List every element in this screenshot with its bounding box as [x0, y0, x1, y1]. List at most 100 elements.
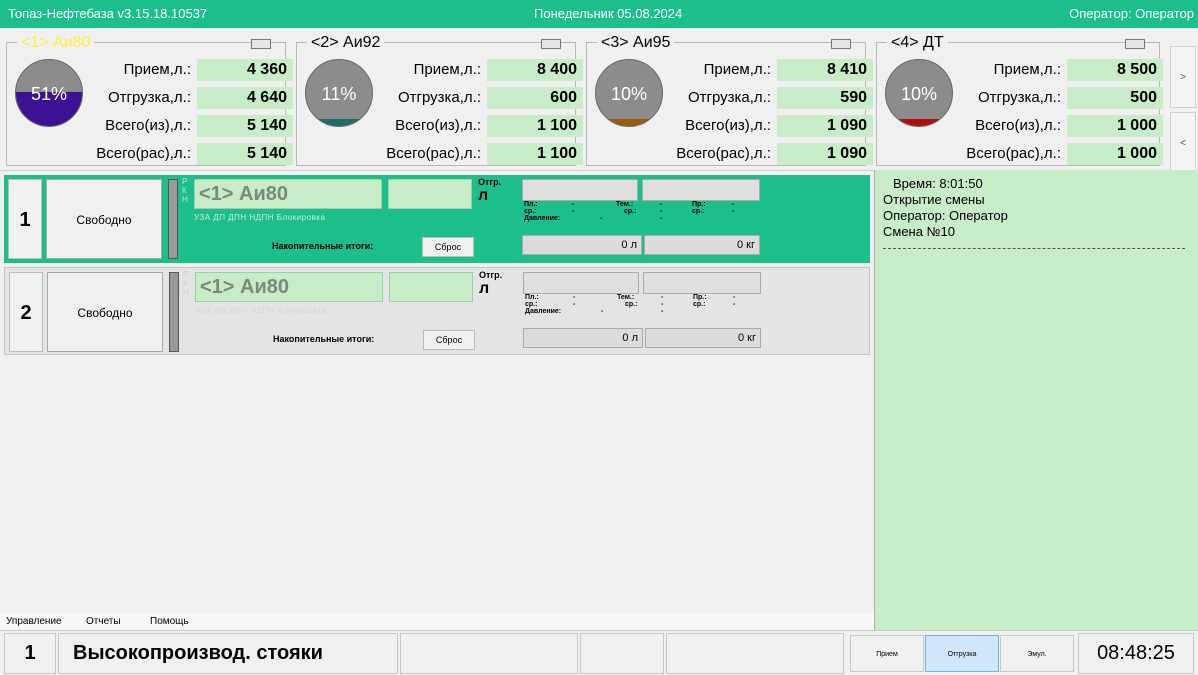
clock: 08:48:25: [1078, 633, 1194, 674]
post-param-tem: Тем.:: [616, 201, 634, 208]
tank-name: <2> Аи92: [307, 35, 385, 51]
post-dose-input[interactable]: [389, 272, 473, 302]
mode-emulation-button[interactable]: Эмул.: [1000, 635, 1074, 672]
tank-row-value: 8 500: [1067, 59, 1163, 81]
status-post-number: 1: [4, 633, 56, 674]
tank-card[interactable]: <3> Аи95 10% Прием,л.: 8 410 Отгрузка,л.: 590…: [586, 35, 873, 166]
tank-indicator-icon: [1125, 39, 1145, 49]
tank-row-value: 4 640: [197, 87, 293, 109]
log-event: Открытие смены: [883, 192, 985, 207]
tank-row-value: 1 000: [1067, 115, 1163, 137]
tank-row-value: 5 140: [197, 143, 293, 165]
post-number[interactable]: 1: [8, 179, 42, 259]
tank-row-value: 1 100: [487, 115, 583, 137]
post-operation-label: Отгр.: [479, 270, 503, 280]
tank-row-label: Всего(из),л.:: [685, 117, 771, 134]
post-state-button[interactable]: Свободно: [46, 179, 162, 259]
post-param-dash: -: [732, 208, 735, 215]
tank-row-label: Всего(из),л.:: [105, 117, 191, 134]
post-level-bar: [168, 179, 178, 259]
post-param-dash: -: [660, 215, 663, 222]
post-params: Пл.: - ср.: - Давление: - Тем.: - ср.: - - Пр.: - ср.…: [524, 201, 864, 233]
post-counter-kg: 0 кг: [644, 235, 760, 255]
log-shift: Смена №10: [883, 224, 955, 239]
post-modes: УЗА ДП ДПН НДПН Блокировка: [195, 306, 327, 315]
post-param-dash: -: [572, 208, 575, 215]
mode-dispatch-button[interactable]: Отгрузка: [925, 635, 999, 672]
menu-item-help[interactable]: Помощь: [150, 616, 189, 627]
post-param-pl: Пл.:: [524, 201, 538, 208]
post-counter-liters: 0 л: [523, 328, 643, 348]
tank-level-fill: [596, 119, 662, 126]
post-row[interactable]: 1 Свободно Р К Н <1> Аи80 УЗА ДП ДПН НДПН Бл…: [4, 175, 870, 263]
post-param-pressure: Давление:: [524, 215, 561, 222]
post-param-tem_sr: ср.:: [624, 208, 637, 215]
log-time: Время: 8:01:50: [893, 176, 983, 191]
tank-indicator-icon: [541, 39, 561, 49]
post-param-dash: -: [600, 215, 603, 222]
post-field-box: [643, 272, 761, 294]
post-reset-button[interactable]: Сброс: [422, 237, 474, 257]
menu-item-control[interactable]: Управление: [6, 616, 62, 627]
tank-card[interactable]: <1> Аи80 51% Прием,л.: 4 360 Отгрузка,л.: 4 6…: [6, 35, 293, 166]
tank-row-label: Отгрузка,л.:: [107, 89, 191, 106]
next-tanks-button[interactable]: >: [1170, 46, 1196, 108]
post-param-dash: -: [601, 308, 604, 315]
post-unit-label: л: [478, 187, 489, 204]
tank-row-label: Всего(рас),л.:: [96, 145, 191, 162]
post-state-button[interactable]: Свободно: [47, 272, 163, 352]
tank-level-fill: [886, 119, 952, 126]
post-field-box: [642, 179, 760, 201]
post-row[interactable]: 2 Свободно Р К Н <1> Аи80 УЗА ДП ДПН НДПН Бл…: [4, 267, 870, 355]
tank-row-value: 8 410: [777, 59, 873, 81]
tank-gauge: 11%: [305, 59, 373, 127]
post-unit-label: л: [479, 280, 490, 297]
tank-name: <3> Аи95: [597, 35, 675, 51]
post-number[interactable]: 2: [9, 272, 43, 352]
mode-receive-button[interactable]: Прием: [850, 635, 924, 672]
post-param-dash: -: [661, 308, 664, 315]
post-param-dash: -: [573, 301, 576, 308]
tank-name: <1> Аи80: [17, 35, 95, 51]
tank-row-label: Прием,л.:: [123, 61, 191, 78]
tank-row-label: Отгрузка,л.:: [397, 89, 481, 106]
post-param-pressure: Давление:: [525, 308, 562, 315]
tank-percent: 10%: [610, 84, 648, 104]
tank-card[interactable]: <4> ДТ 10% Прием,л.: 8 500 Отгрузка,л.: 500 Вс…: [876, 35, 1163, 166]
menu-item-reports[interactable]: Отчеты: [86, 616, 121, 627]
post-field-box: [522, 179, 638, 201]
tank-name: <4> ДТ: [887, 35, 948, 51]
post-param-dash: -: [733, 301, 736, 308]
tank-row-label: Отгрузка,л.:: [977, 89, 1061, 106]
tank-gauge: 51%: [15, 59, 83, 127]
tank-indicator-icon: [251, 39, 271, 49]
tank-card[interactable]: <2> Аи92 11% Прием,л.: 8 400 Отгрузка,л.: 600…: [296, 35, 583, 166]
tank-row-label: Прием,л.:: [703, 61, 771, 78]
tank-row-value: 1 000: [1067, 143, 1163, 165]
tank-row-value: 5 140: [197, 115, 293, 137]
post-rkn-indicator: Р К Н: [183, 270, 189, 297]
post-fuel-field[interactable]: <1> Аи80: [194, 179, 382, 209]
prev-tanks-button[interactable]: <: [1170, 112, 1196, 174]
tank-row-value: 1 100: [487, 143, 583, 165]
post-param-dash: -: [572, 201, 575, 208]
post-counter-liters: 0 л: [522, 235, 642, 255]
post-param-tem: Тем.:: [617, 294, 635, 301]
post-param-dash: -: [660, 201, 663, 208]
post-rkn-indicator: Р К Н: [182, 177, 188, 204]
post-param-dash: -: [661, 294, 664, 301]
post-param-dash: -: [573, 294, 576, 301]
post-reset-button[interactable]: Сброс: [423, 330, 475, 350]
post-dose-input[interactable]: [388, 179, 472, 209]
tank-row-value: 1 090: [777, 143, 873, 165]
tank-row-value: 1 090: [777, 115, 873, 137]
tank-row-value: 500: [1067, 87, 1163, 109]
post-totals-label: Накопительные итоги:: [273, 334, 375, 344]
date-label: Понедельник 05.08.2024: [534, 6, 683, 21]
post-fuel-field[interactable]: <1> Аи80: [195, 272, 383, 302]
post-modes: УЗА ДП ДПН НДПН Блокировка: [194, 213, 326, 222]
status-cell: [666, 633, 844, 674]
tank-row-value: 4 360: [197, 59, 293, 81]
tank-indicator-icon: [831, 39, 851, 49]
status-cell: [400, 633, 578, 674]
